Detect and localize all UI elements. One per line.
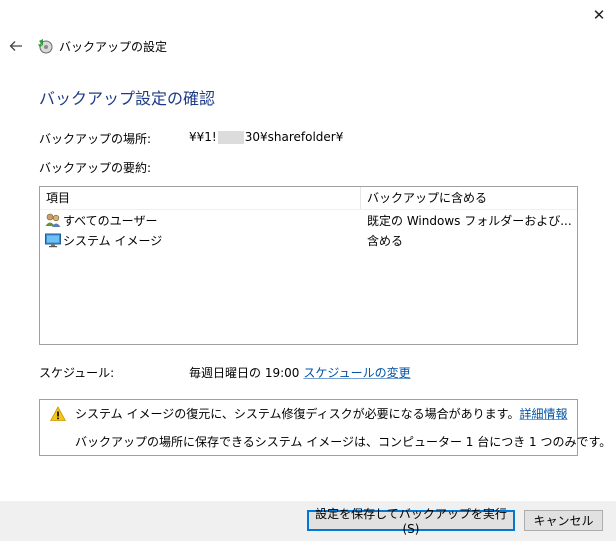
nav-bar: バックアップの設定 xyxy=(8,36,167,56)
more-info-link[interactable]: 詳細情報 xyxy=(519,407,567,421)
list-header: 項目 バックアップに含める xyxy=(40,187,577,210)
summary-list[interactable]: 項目 バックアップに含める すべてのユーザー 既定の Windows フォルダー… xyxy=(39,186,578,345)
item-label: システム イメージ xyxy=(63,233,163,248)
column-header-item[interactable]: 項目 xyxy=(40,187,361,209)
page-title: バックアップの設定 xyxy=(59,39,168,54)
location-value: ¥¥1! 30¥sharefolder¥ xyxy=(189,130,343,144)
list-row[interactable]: システム イメージ 含める xyxy=(40,230,577,250)
list-cell-item: すべてのユーザー xyxy=(40,212,361,229)
warning-panel: システム イメージの復元に、システム修復ディスクが必要になる場合があります。詳細… xyxy=(39,399,611,456)
warning-text-1: システム イメージの復元に、システム修復ディスクが必要になる場合があります。詳細… xyxy=(75,405,567,422)
backup-restore-icon xyxy=(37,38,53,54)
location-label: バックアップの場所: xyxy=(39,132,152,146)
column-header-included[interactable]: バックアップに含める xyxy=(361,187,487,209)
window-close-button[interactable]: ✕ xyxy=(582,0,616,30)
schedule-value-row: 毎週日曜日の 19:00 スケジュールの変更 xyxy=(189,364,411,381)
arrow-left-icon xyxy=(9,41,22,51)
schedule-label: スケジュール: xyxy=(39,366,115,380)
cancel-button[interactable]: キャンセル xyxy=(524,510,603,531)
save-and-run-button[interactable]: 設定を保存してバックアップを実行(S) xyxy=(307,507,515,536)
location-value-prefix: ¥¥1! xyxy=(189,130,217,144)
list-row[interactable]: すべてのユーザー 既定の Windows フォルダーおよび... xyxy=(40,210,577,230)
users-icon xyxy=(45,212,61,228)
warning-message: システム イメージの復元に、システム修復ディスクが必要になる場合があります。 xyxy=(75,407,520,421)
list-cell-included: 既定の Windows フォルダーおよび... xyxy=(367,213,572,228)
summary-label: バックアップの要約: xyxy=(39,161,152,175)
redacted-region xyxy=(217,130,244,144)
warning-text-2: バックアップの場所に保存できるシステム イメージは、コンピューター 1 台につき… xyxy=(75,435,612,449)
warning-icon xyxy=(50,406,66,422)
page-heading: バックアップ設定の確認 xyxy=(39,89,216,108)
change-schedule-link[interactable]: スケジュールの変更 xyxy=(303,364,410,381)
item-label: すべてのユーザー xyxy=(63,213,158,228)
monitor-icon xyxy=(45,232,61,248)
location-value-suffix: 30¥sharefolder¥ xyxy=(244,130,344,144)
back-button[interactable] xyxy=(8,38,24,54)
list-cell-included: 含める xyxy=(367,233,404,248)
list-cell-item: システム イメージ xyxy=(40,232,361,249)
schedule-value: 毎週日曜日の 19:00 xyxy=(189,366,300,380)
